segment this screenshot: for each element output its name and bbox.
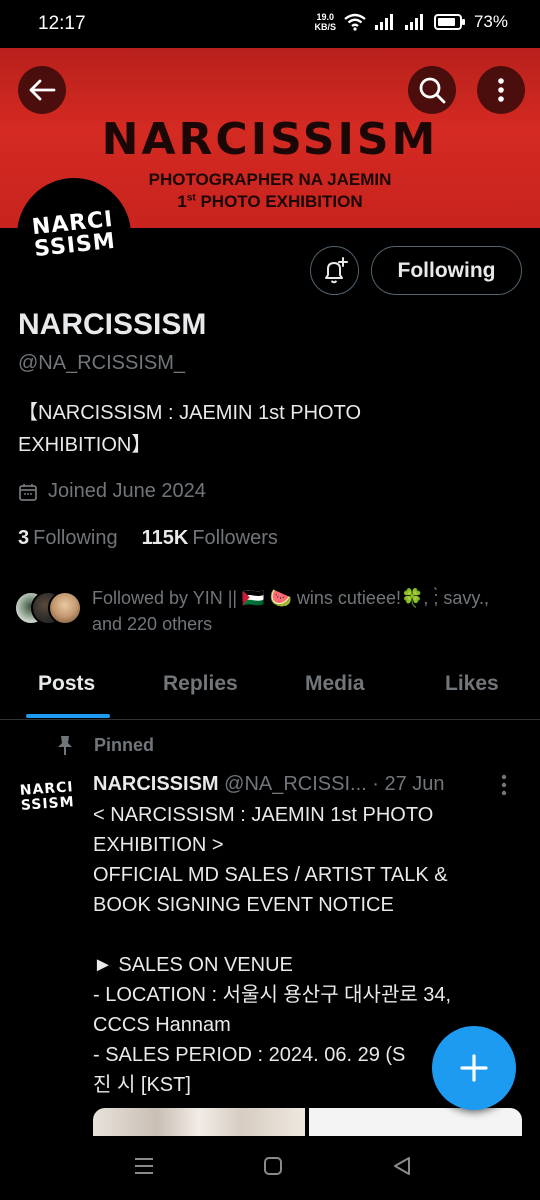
system-nav-bar [0,1136,540,1200]
banner-subtitle-sup: st [186,192,196,204]
triangle-back-icon [394,1157,410,1175]
profile-tabs: Posts Replies Media Likes [0,664,540,720]
post-author-avatar[interactable]: NARCI SSISM [16,779,79,834]
signal-icon [374,14,393,30]
recent-apps-button[interactable] [134,1156,154,1181]
status-icons: 19.0 KB/S 73% [314,12,508,32]
following-count: 3 [18,527,30,549]
active-tab-indicator [26,714,110,718]
net-speed: 19.0 KB/S [314,12,336,32]
tab-likes[interactable]: Likes [445,672,499,696]
calendar-icon [19,483,37,501]
status-time: 12:17 [38,13,86,34]
battery-percent: 73% [473,12,508,31]
post-media[interactable] [93,1108,522,1136]
followers-label: Followers [192,527,278,549]
home-button[interactable] [263,1156,283,1181]
profile-handle: @NA_RCISSISM_ [18,352,186,374]
avatar-logo: NARCI SSISM [31,207,117,263]
following-label: Following [33,527,118,549]
followers-stat[interactable]: 115K Followers [142,527,278,550]
battery-icon [433,14,465,30]
post-time: · 27 Jun [366,773,445,795]
net-speed-value: 19.0 [316,12,334,22]
net-speed-unit: KB/S [314,22,336,32]
banner-subtitle-num: 1 [177,192,187,211]
notifications-button[interactable] [310,246,359,295]
banner-title: NARCISSISM [101,114,439,165]
followed-by-text: Followed by YIN || 🇵🇸 🍉 wins cutieee!🍀, … [92,588,490,634]
banner-subtitle-rest: PHOTO EXHIBITION [195,192,363,211]
mini-avatar [48,591,82,625]
more-options-button[interactable] [477,66,525,114]
followers-you-know-avatars [14,591,86,627]
tab-replies[interactable]: Replies [163,672,238,696]
profile-bio: 【NARCISSISM : JAEMIN 1st PHOTO EXHIBITIO… [18,402,362,456]
profile-stats: 3 Following 115K Followers [18,527,278,550]
followers-count: 115K [141,527,189,549]
tab-media[interactable]: Media [305,672,365,696]
post-author-name[interactable]: NARCISSISM [93,773,219,795]
joined-date: Joined June 2024 [18,480,206,503]
plus-icon [460,1054,488,1082]
following-stat[interactable]: 3 Following [18,527,118,550]
post-more-button[interactable] [500,774,508,801]
display-name: NARCISSISM [18,308,207,341]
post-author-handle: @NA_RCISSI... [218,773,367,795]
search-icon [419,77,446,104]
home-square-icon [264,1157,282,1175]
wifi-icon [344,13,366,31]
post-image[interactable] [93,1108,305,1136]
joined-text: Joined June 2024 [48,480,206,502]
post-avatar-line2: SSISM [20,794,76,814]
following-button[interactable]: Following [371,246,522,295]
status-bar: 12:17 19.0 KB/S 73% [0,0,540,48]
profile-avatar[interactable]: NARCI SSISM [17,178,131,292]
compose-button[interactable] [432,1026,516,1110]
back-nav-button[interactable] [392,1156,412,1181]
post-image[interactable] [309,1108,522,1136]
avatar-logo-line2: SSISM [33,228,117,263]
more-vertical-icon [498,78,504,102]
signal-icon-2 [404,14,423,30]
tab-posts[interactable]: Posts [38,672,95,696]
pinned-text: Pinned [94,734,155,755]
menu-icon [135,1158,153,1174]
pinned-label: Pinned [54,734,154,756]
post-header: NARCISSISM @NA_RCISSI... · 27 Jun [93,773,493,796]
more-vertical-icon [501,774,507,796]
search-button[interactable] [408,66,456,114]
back-button[interactable] [18,66,66,114]
arrow-left-icon [29,79,56,101]
pin-icon [58,736,72,755]
bell-plus-icon [324,256,348,283]
